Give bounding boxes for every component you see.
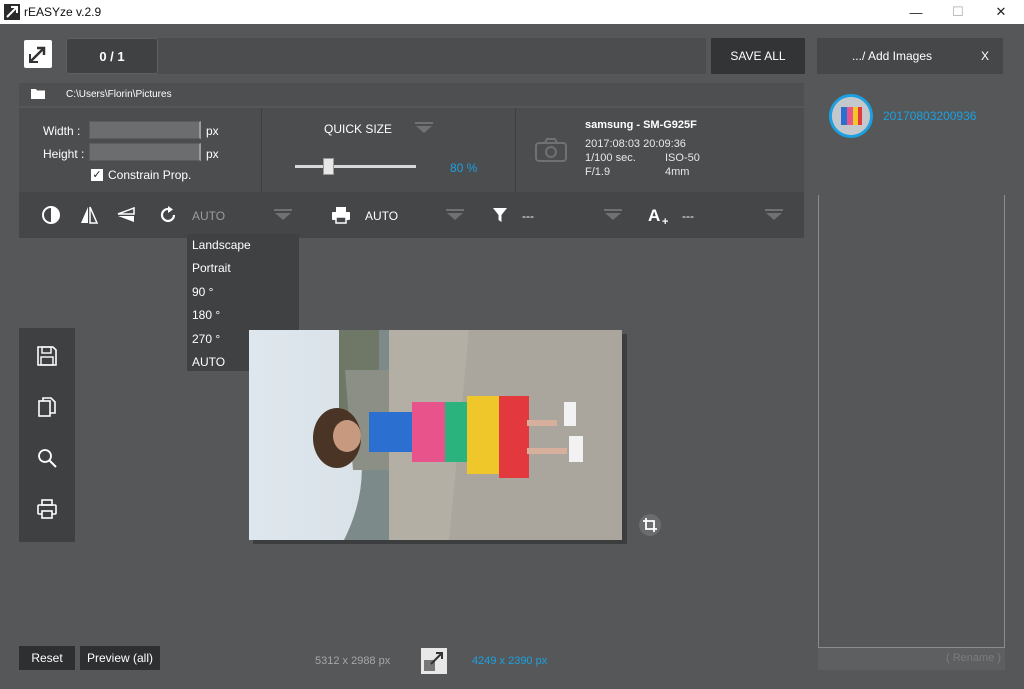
contrast-icon[interactable] (41, 205, 61, 225)
quick-size-value: 80 % (450, 161, 478, 175)
save-icon[interactable] (36, 345, 58, 367)
menu-item-portrait[interactable]: Portrait (192, 261, 231, 275)
rotate-icon[interactable] (158, 205, 178, 225)
menu-item-90[interactable]: 90 ° (192, 285, 213, 299)
camera-aperture: F/1.9 (585, 166, 611, 178)
width-field[interactable] (89, 121, 201, 139)
quick-size-slider-track[interactable] (295, 165, 416, 168)
zoom-icon[interactable] (36, 447, 58, 469)
menu-item-270[interactable]: 270 ° (192, 332, 220, 346)
menu-item-landscape[interactable]: Landscape (192, 238, 251, 252)
filter-value[interactable]: --- (522, 209, 534, 223)
quick-size-slider-thumb[interactable] (323, 158, 334, 175)
divider (515, 108, 516, 192)
flip-vertical-icon[interactable] (116, 205, 136, 225)
image-counter: 0 / 1 (66, 38, 158, 74)
window-title: rEASYze v.2.9 (24, 5, 102, 19)
rotate-value[interactable]: AUTO (192, 209, 225, 223)
menu-item-180[interactable]: 180 ° (192, 308, 220, 322)
add-text-icon[interactable]: A + (648, 205, 674, 228)
camera-datetime: 2017:08:03 20:09:36 (585, 138, 686, 150)
width-unit: px (206, 124, 219, 138)
title-bar (0, 0, 1024, 24)
new-size: 4249 x 2390 px (472, 655, 548, 667)
file-list-item[interactable]: 20170803200936 (883, 109, 976, 123)
quick-size-label: QUICK SIZE (324, 122, 393, 136)
height-field[interactable] (89, 143, 201, 161)
text-value[interactable]: --- (682, 209, 694, 223)
save-all-button[interactable]: SAVE ALL (711, 38, 805, 74)
svg-text:A: A (648, 206, 660, 225)
menu-item-auto[interactable]: AUTO (192, 355, 225, 369)
filter-icon[interactable] (490, 205, 510, 225)
folder-path: C:\Users\Florin\Pictures (66, 89, 172, 100)
height-label: Height : (43, 147, 85, 161)
original-size: 5312 x 2988 px (315, 655, 391, 667)
minimize-button[interactable]: — (893, 0, 939, 24)
progress-bar (66, 38, 706, 74)
resize-arrow-icon (421, 648, 447, 674)
print-icon[interactable] (331, 205, 351, 225)
camera-icon (535, 138, 567, 162)
quick-size-dropdown-icon[interactable] (415, 122, 433, 134)
clear-list-button[interactable]: X (967, 38, 1003, 74)
constrain-checkbox[interactable]: ✓ (91, 169, 103, 181)
rename-button[interactable]: ( Rename ) (946, 652, 1001, 664)
maximize-button[interactable]: ☐ (935, 0, 981, 24)
filter-dropdown-icon[interactable] (604, 209, 622, 221)
camera-iso: ISO-50 (665, 152, 700, 164)
resize-logo-icon[interactable] (24, 40, 52, 68)
print-dropdown-icon[interactable] (446, 209, 464, 221)
camera-exposure: 1/100 sec. (585, 152, 636, 164)
reset-button[interactable]: Reset (19, 646, 75, 670)
preview-all-button[interactable]: Preview (all) (80, 646, 160, 670)
divider (261, 108, 262, 192)
rotate-dropdown-icon[interactable] (274, 209, 292, 221)
flip-horizontal-icon[interactable] (79, 205, 99, 225)
file-list (818, 195, 1005, 648)
print-side-icon[interactable] (36, 498, 58, 520)
image-preview[interactable] (249, 330, 622, 540)
copy-icon[interactable] (36, 396, 58, 418)
height-unit: px (206, 147, 219, 161)
crop-icon[interactable] (639, 514, 661, 536)
folder-icon[interactable] (31, 88, 45, 99)
camera-model: samsung - SM-G925F (585, 119, 697, 131)
close-window-button[interactable]: ✕ (978, 0, 1024, 24)
camera-focal-length: 4mm (665, 166, 690, 178)
print-value[interactable]: AUTO (365, 209, 398, 223)
thumbnail-avatar[interactable] (829, 94, 873, 138)
width-label: Width : (43, 124, 81, 138)
constrain-label: Constrain Prop. (108, 168, 192, 182)
svg-text:+: + (662, 216, 668, 225)
text-dropdown-icon[interactable] (765, 209, 783, 221)
add-images-button[interactable]: .../ Add Images (817, 38, 967, 74)
app-icon (4, 4, 20, 20)
